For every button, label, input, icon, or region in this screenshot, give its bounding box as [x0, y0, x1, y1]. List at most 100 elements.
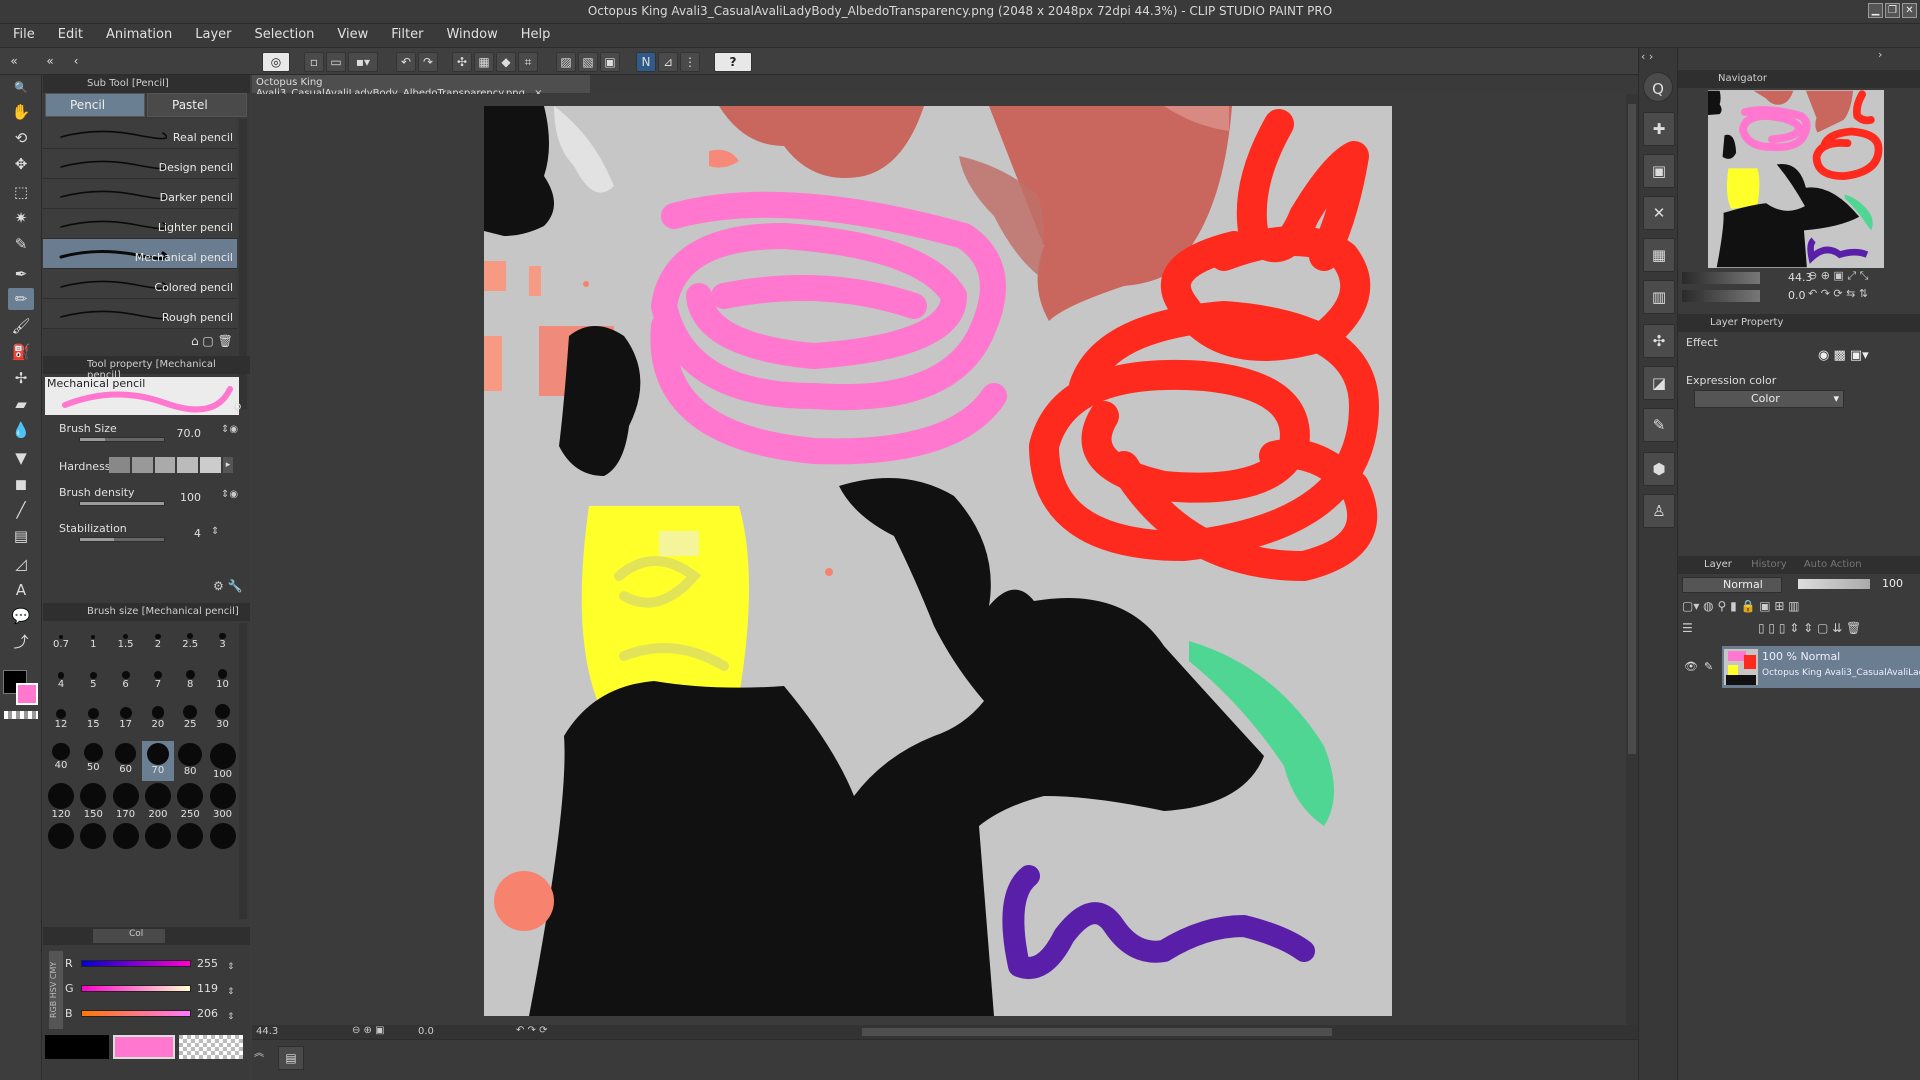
menu-help[interactable]: Help [508, 24, 561, 42]
brush-size-cell-overflow[interactable] [45, 821, 77, 861]
help-icon[interactable]: ? [714, 52, 752, 72]
material-cross-icon[interactable]: ✕ [1643, 196, 1675, 230]
brush-size-cell[interactable]: 1.5 [110, 621, 142, 661]
channel-g-value[interactable]: 119 [197, 982, 218, 995]
brush-size-cell-overflow[interactable] [207, 821, 239, 861]
material-picture-icon[interactable]: ◪ [1643, 366, 1675, 400]
navigator-rotate-slider[interactable] [1682, 290, 1760, 302]
brush-size-cell[interactable]: 30 [207, 701, 239, 741]
brush-size-cell-overflow[interactable] [77, 821, 109, 861]
material-image-icon[interactable]: ▣ [1643, 154, 1675, 188]
pen-icon[interactable]: ✒ [8, 263, 34, 285]
strip-collapse-icon[interactable]: ‹ › [1641, 50, 1653, 63]
maximize-button[interactable]: ❐ [1885, 3, 1900, 18]
collapse-panel-icon[interactable]: « [40, 52, 60, 72]
material-tools-icon[interactable]: ✣ [1643, 324, 1675, 358]
new-file-icon[interactable]: ▫ [304, 52, 324, 72]
brush-size-cell[interactable]: 250 [174, 781, 206, 821]
deselect-icon[interactable]: ▨ [556, 52, 576, 72]
property-settings-icon[interactable]: ⚲ [233, 401, 242, 415]
clip-studio-icon[interactable]: ◎ [262, 52, 290, 72]
text-icon[interactable]: A [8, 579, 34, 601]
brush-size-cell-overflow[interactable] [110, 821, 142, 861]
hand-icon[interactable]: ✋ [8, 101, 34, 123]
layer-list-menu-icon[interactable]: ☰ [1682, 621, 1693, 635]
tab-layer[interactable]: Layer [1704, 559, 1732, 570]
rotate-icon[interactable]: ⟲ [8, 127, 34, 149]
subtool-tab-pastel[interactable]: Pastel [147, 93, 247, 117]
move-icon[interactable]: ✥ [8, 153, 34, 175]
brush-size-cell[interactable]: 40 [45, 741, 77, 781]
main-color-chip[interactable] [45, 1035, 109, 1059]
rotate-controls-icon[interactable]: ↶ ↷ ⟳ [516, 1025, 548, 1036]
show-selection-icon[interactable]: ▣ [600, 52, 620, 72]
layer-edit-icon[interactable]: ✎ [1704, 660, 1713, 673]
menu-file[interactable]: File [0, 24, 45, 42]
figure-icon[interactable]: ╱ [8, 499, 34, 521]
marquee-icon[interactable]: ⬚ [8, 181, 34, 203]
snap-special-ruler-icon[interactable]: ⊿ [658, 52, 678, 72]
brush-item[interactable]: Design pencil [43, 149, 237, 179]
material-icon[interactable]: ✚ [1643, 112, 1675, 146]
expand-timeline-icon[interactable]: ︽ [254, 1044, 264, 1059]
menu-edit[interactable]: Edit [45, 24, 93, 42]
subtool-tab-pencil[interactable]: Pencil [45, 93, 145, 117]
mode-rgb[interactable]: RGB [49, 1001, 58, 1018]
menu-layer[interactable]: Layer [182, 24, 241, 42]
brush-item[interactable]: Colored pencil [43, 269, 237, 299]
channel-r-value[interactable]: 255 [197, 957, 218, 970]
close-button[interactable]: ✕ [1902, 3, 1917, 18]
brush-size-cell[interactable]: 20 [142, 701, 174, 741]
menu-selection[interactable]: Selection [241, 24, 324, 42]
brush-size-cell[interactable]: 10 [207, 661, 239, 701]
brush-size-cell[interactable]: 100 [207, 741, 239, 781]
brush-size-cell[interactable]: 8 [174, 661, 206, 701]
airbrush-icon[interactable]: ⛽ [8, 341, 34, 363]
drawing-canvas[interactable] [484, 106, 1392, 1016]
sub-color-swatch[interactable] [16, 683, 38, 705]
opacity-slider[interactable] [1798, 579, 1870, 589]
brush-size-slider[interactable] [79, 437, 165, 442]
zoom-value[interactable]: 44.3 [256, 1026, 278, 1037]
transparent-color-chip[interactable] [179, 1035, 243, 1059]
brush-size-cell[interactable]: 4 [45, 661, 77, 701]
navigator-preview[interactable] [1708, 90, 1884, 268]
channel-g-slider[interactable] [81, 985, 191, 992]
pencil-icon[interactable]: ✏ [8, 288, 34, 310]
brush-size-cell[interactable]: 60 [110, 741, 142, 781]
brush-size-cell[interactable]: 25 [174, 701, 206, 741]
menu-window[interactable]: Window [433, 24, 507, 42]
channel-b-value[interactable]: 206 [197, 1007, 218, 1020]
document-tab[interactable]: Octopus King Avali3_CasualAvaliLadyBody_… [252, 75, 590, 99]
collapse-left-icon[interactable]: « [4, 52, 24, 72]
channel-spinners[interactable]: ⇕ ⇕ ⇕ [227, 955, 235, 1030]
expression-color-select[interactable]: Color ▾ [1694, 390, 1844, 408]
brush-size-cell[interactable]: 70 [141, 741, 174, 781]
subtool-actions[interactable]: ⌂ ▢ 🗑 [191, 334, 233, 348]
eyedropper-icon[interactable]: ✎ [8, 233, 34, 255]
frame-icon[interactable]: ▤ [8, 525, 34, 547]
mode-hsv[interactable]: HSV [49, 982, 58, 999]
angle-value[interactable]: 0.0 [418, 1026, 434, 1037]
search-icon[interactable]: Q [1643, 72, 1673, 102]
brush-density-slider[interactable] [79, 501, 165, 506]
brush-size-cell[interactable]: 17 [110, 701, 142, 741]
material-pattern-icon[interactable]: ▦ [1643, 238, 1675, 272]
navigator-zoom-icons[interactable]: ⊖ ⊕ ▣ ⤢ ⤡ [1808, 269, 1868, 283]
decoration-icon[interactable]: ✢ [8, 367, 34, 389]
color-tab[interactable]: Col [93, 929, 165, 943]
horizontal-scroll-thumb[interactable] [862, 1028, 1332, 1036]
density-spinner-icon[interactable]: ⇕◉ [221, 489, 238, 500]
scale-icon[interactable]: ⌗ [518, 52, 538, 72]
brush-size-cell-overflow[interactable] [142, 821, 174, 861]
brush-size-cell[interactable]: 6 [110, 661, 142, 701]
transparent-color-swatch[interactable] [4, 711, 38, 719]
layer-action-icons[interactable]: ▯ ▯ ▯ ⇕ ⇕ ▢ ⇊ 🗑 [1758, 621, 1861, 635]
menu-filter[interactable]: Filter [378, 24, 433, 42]
timeline-icon[interactable]: ▤ [278, 1046, 304, 1070]
brush-size-cell[interactable]: 0.7 [45, 621, 77, 661]
undo-icon[interactable]: ↶ [396, 52, 416, 72]
right-panel-collapse-icon[interactable]: › [1878, 48, 1882, 61]
stabilization-value[interactable]: 4 [171, 527, 201, 540]
lasso-icon[interactable]: ✷ [8, 207, 34, 229]
